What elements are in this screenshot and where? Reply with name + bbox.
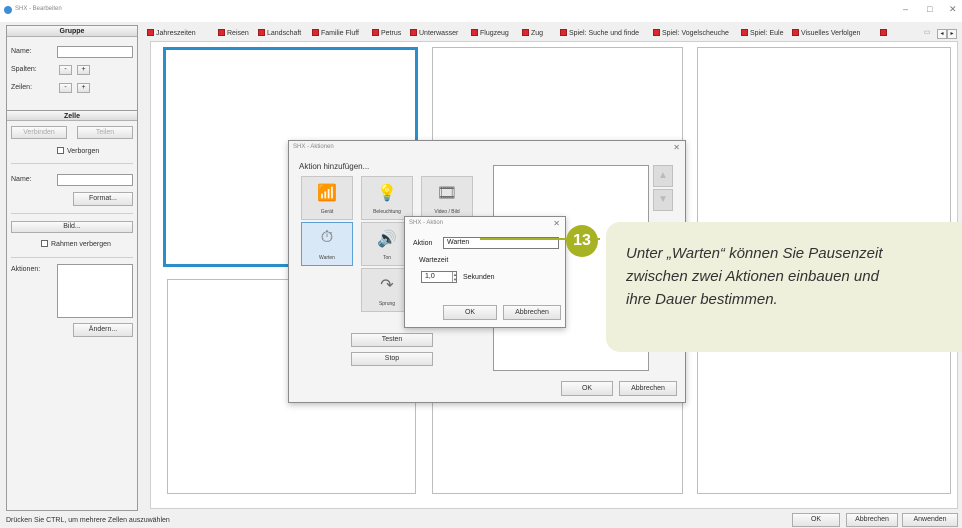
aktion-hinzufuegen-heading: Aktion hinzufügen...	[299, 162, 370, 171]
spalten-plus-button[interactable]: +	[77, 65, 90, 75]
window-title: SHX - Bearbeiten	[15, 6, 62, 12]
wartezeit-label: Wartezeit	[419, 257, 449, 264]
rahmen-verbergen-label: Rahmen verbergen	[51, 241, 111, 248]
close-button[interactable]: ✕	[949, 4, 957, 15]
stop-button[interactable]: Stop	[351, 352, 433, 366]
tab-close-icon[interactable]	[410, 29, 417, 36]
aktionen-list[interactable]	[57, 264, 133, 318]
zeilen-minus-button[interactable]: -	[59, 83, 72, 93]
testen-button[interactable]: Testen	[351, 333, 433, 347]
tab-landschaft[interactable]: Landschaft	[258, 28, 301, 40]
tab-active[interactable]	[880, 28, 889, 40]
zelle-name-input[interactable]	[57, 174, 133, 186]
tab-close-icon[interactable]	[522, 29, 529, 36]
aktion-dialog-title: SHX - Aktion	[409, 220, 444, 226]
rahmen-verbergen-checkbox[interactable]: Rahmen verbergen	[41, 240, 111, 248]
zelle-name-label: Name:	[11, 176, 32, 183]
lightbulb-icon: 💡	[377, 185, 397, 202]
abbrechen-button[interactable]: Abbrechen	[846, 513, 898, 527]
divider	[11, 163, 133, 164]
tab-close-icon[interactable]	[741, 29, 748, 36]
aktionen-ok-button[interactable]: OK	[561, 381, 613, 396]
zelle-header: Zelle	[7, 110, 137, 121]
tab-spiel-eule[interactable]: Spiel: Eule	[741, 28, 783, 40]
gruppe-name-label: Name:	[11, 48, 32, 55]
zeilen-plus-button[interactable]: +	[77, 83, 90, 93]
teilen-button[interactable]: Teilen	[77, 126, 133, 139]
tab-petrus[interactable]: Petrus	[372, 28, 401, 40]
tab-close-icon[interactable]	[471, 29, 478, 36]
aktionen-label: Aktionen:	[11, 266, 41, 273]
format-button[interactable]: Format...	[73, 192, 133, 206]
tab-close-icon[interactable]	[372, 29, 379, 36]
minimize-button[interactable]: –	[903, 4, 908, 14]
close-icon[interactable]: ✕	[553, 219, 560, 228]
verborgen-checkbox[interactable]: Verborgen	[57, 147, 99, 155]
gruppe-header: Gruppe	[7, 26, 137, 37]
verborgen-label: Verborgen	[67, 148, 100, 155]
bild-button[interactable]: Bild...	[11, 221, 133, 233]
stopwatch-icon: ⏱	[320, 229, 334, 246]
spinner-arrows-icon[interactable]: ▲ ▼	[452, 272, 457, 282]
gruppe-name-input[interactable]	[57, 46, 133, 58]
tab-zug[interactable]: Zug	[522, 28, 543, 40]
tab-close-icon[interactable]	[880, 29, 887, 36]
wifi-icon: 📶	[317, 185, 337, 202]
tab-menu-icon[interactable]: ▭	[922, 29, 932, 39]
tab-jahreszeiten[interactable]: Jahreszeiten	[147, 28, 196, 40]
aktion-label: Aktion	[413, 240, 433, 247]
tab-close-icon[interactable]	[653, 29, 660, 36]
status-hint: Drücken Sie CTRL, um mehrere Zellen ausz…	[6, 517, 170, 524]
tile-beleuchtung[interactable]: 💡 Beleuchtung	[361, 176, 413, 220]
close-icon[interactable]: ✕	[673, 143, 680, 152]
tab-close-icon[interactable]	[147, 29, 154, 36]
aktion-ok-button[interactable]: OK	[443, 305, 497, 320]
maximize-button[interactable]: □	[927, 4, 932, 14]
aktion-abbrechen-button[interactable]: Abbrechen	[503, 305, 561, 320]
tab-close-icon[interactable]	[312, 29, 319, 36]
aendern-button[interactable]: Ändern...	[73, 323, 133, 337]
tab-unterwasser[interactable]: Unterwasser	[410, 28, 458, 40]
aktionen-dialog-title: SHX - Aktionen	[293, 144, 334, 150]
move-down-button[interactable]: ▼	[653, 189, 673, 211]
tab-bar: Jahreszeiten Reisen Landschaft Familie F…	[147, 28, 959, 40]
step-number-badge: 13	[566, 225, 598, 257]
sekunden-label: Sekunden	[463, 274, 495, 281]
tab-reisen[interactable]: Reisen	[218, 28, 249, 40]
tab-scroll-left-icon[interactable]: ◂	[937, 29, 947, 39]
tab-spiel-vogelscheuche[interactable]: Spiel: Vogelscheuche	[653, 28, 729, 40]
tab-close-icon[interactable]	[560, 29, 567, 36]
tab-close-icon[interactable]	[792, 29, 799, 36]
tab-close-icon[interactable]	[218, 29, 225, 36]
anwenden-button[interactable]: Anwenden	[902, 513, 958, 527]
move-up-button[interactable]: ▲	[653, 165, 673, 187]
title-bar: SHX - Bearbeiten – □ ✕	[0, 0, 962, 22]
callout-text: Unter „Warten“ können Sie Pausenzeit zwi…	[626, 245, 883, 308]
aktionen-abbrechen-button[interactable]: Abbrechen	[619, 381, 677, 396]
spalten-label: Spalten:	[11, 66, 37, 73]
tab-familie-fluff[interactable]: Familie Fluff	[312, 28, 359, 40]
ok-button[interactable]: OK	[792, 513, 840, 527]
tab-spiel-suche-und-finde[interactable]: Spiel: Suche und finde	[560, 28, 639, 40]
film-icon: 🎞	[436, 185, 458, 202]
divider	[11, 213, 133, 214]
tab-flugzeug[interactable]: Flugzeug	[471, 28, 509, 40]
verbinden-button[interactable]: Verbinden	[11, 126, 67, 139]
spalten-minus-button[interactable]: -	[59, 65, 72, 75]
zeilen-label: Zeilen:	[11, 84, 33, 91]
tile-warten[interactable]: ⏱ Warten	[301, 222, 353, 266]
tile-video-bild[interactable]: 🎞 Video / Bild	[421, 176, 473, 220]
tab-visuelles-verfolgen[interactable]: Visuelles Verfolgen	[792, 28, 860, 40]
aktion-dialog: SHX - Aktion ✕ Aktion Warten Wartezeit 1…	[404, 216, 566, 328]
tab-close-icon[interactable]	[258, 29, 265, 36]
app-icon	[4, 6, 12, 14]
tile-geraet[interactable]: 📶 Gerät	[301, 176, 353, 220]
left-panel: Gruppe Name: Spalten: - + Zeilen: - + Ze…	[6, 25, 138, 511]
tab-scroll-right-icon[interactable]: ▸	[947, 29, 957, 39]
divider	[11, 257, 133, 258]
